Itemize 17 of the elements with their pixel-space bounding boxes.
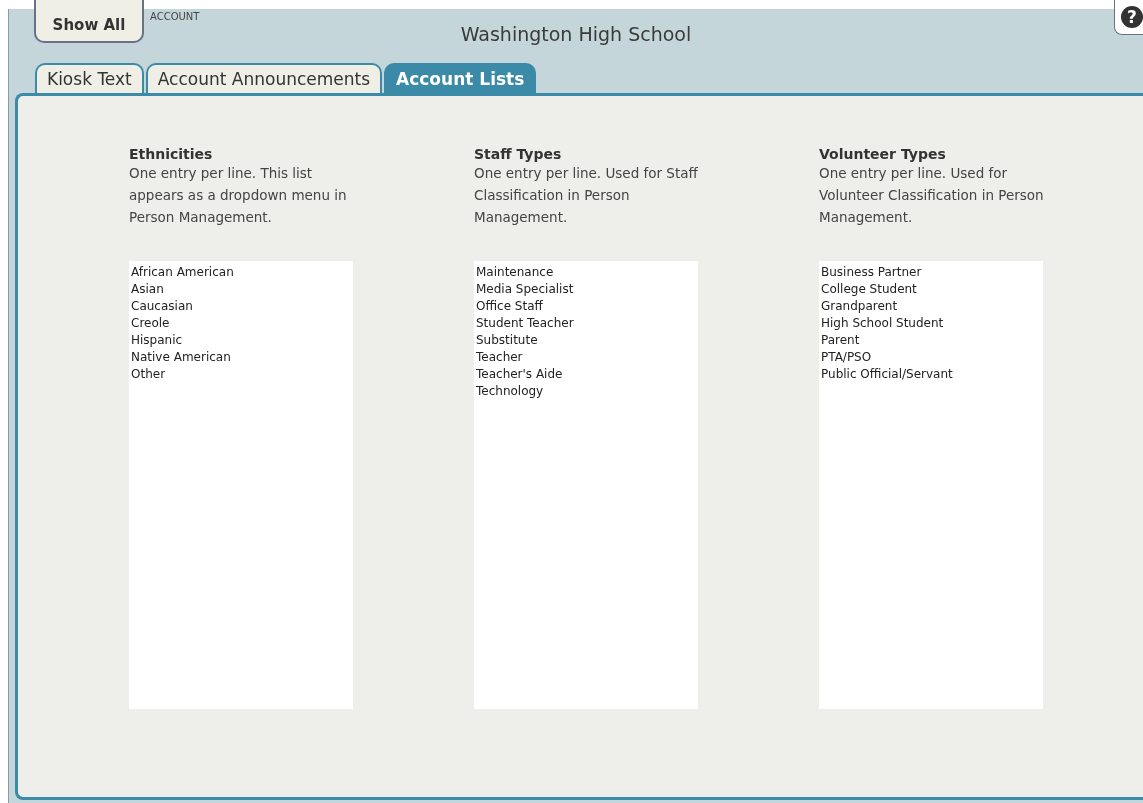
list-heading: Staff Types (474, 146, 563, 162)
tab[interactable]: Account Announcements (145, 63, 383, 93)
list-description: One entry per line. This list appears as a dropdown menu in Person Management. (129, 164, 348, 227)
list-entries-field[interactable]: Maintenance Media Specialist Office Staff Student Teacher Substitute Teacher Teacher's Aide Technology (474, 261, 698, 709)
section-label: ACCOUNT (150, 11, 200, 22)
list-heading: Volunteer Types (819, 146, 947, 162)
help-button[interactable]: ? (1114, 0, 1143, 35)
list-heading: Ethnicities (129, 146, 214, 162)
page-title: Washington High School (460, 23, 692, 45)
help-icon: ? (1121, 6, 1143, 28)
list-description: One entry per line. Used for Staff Classification in Person Management. (474, 164, 699, 227)
show-all-button[interactable]: Show All (34, 0, 144, 43)
list-description: One entry per line. Used for Volunteer Classification in Person Management. (819, 164, 1045, 227)
tab[interactable]: Account Lists (384, 63, 537, 93)
list-entries-field[interactable]: Business Partner College Student Grandparent High School Student Parent PTA/PSO Public Official/Servant (819, 261, 1043, 709)
tab[interactable]: Kiosk Text (35, 63, 144, 93)
list-entries-field[interactable]: African American Asian Caucasian Creole Hispanic Native American Other (129, 261, 353, 709)
